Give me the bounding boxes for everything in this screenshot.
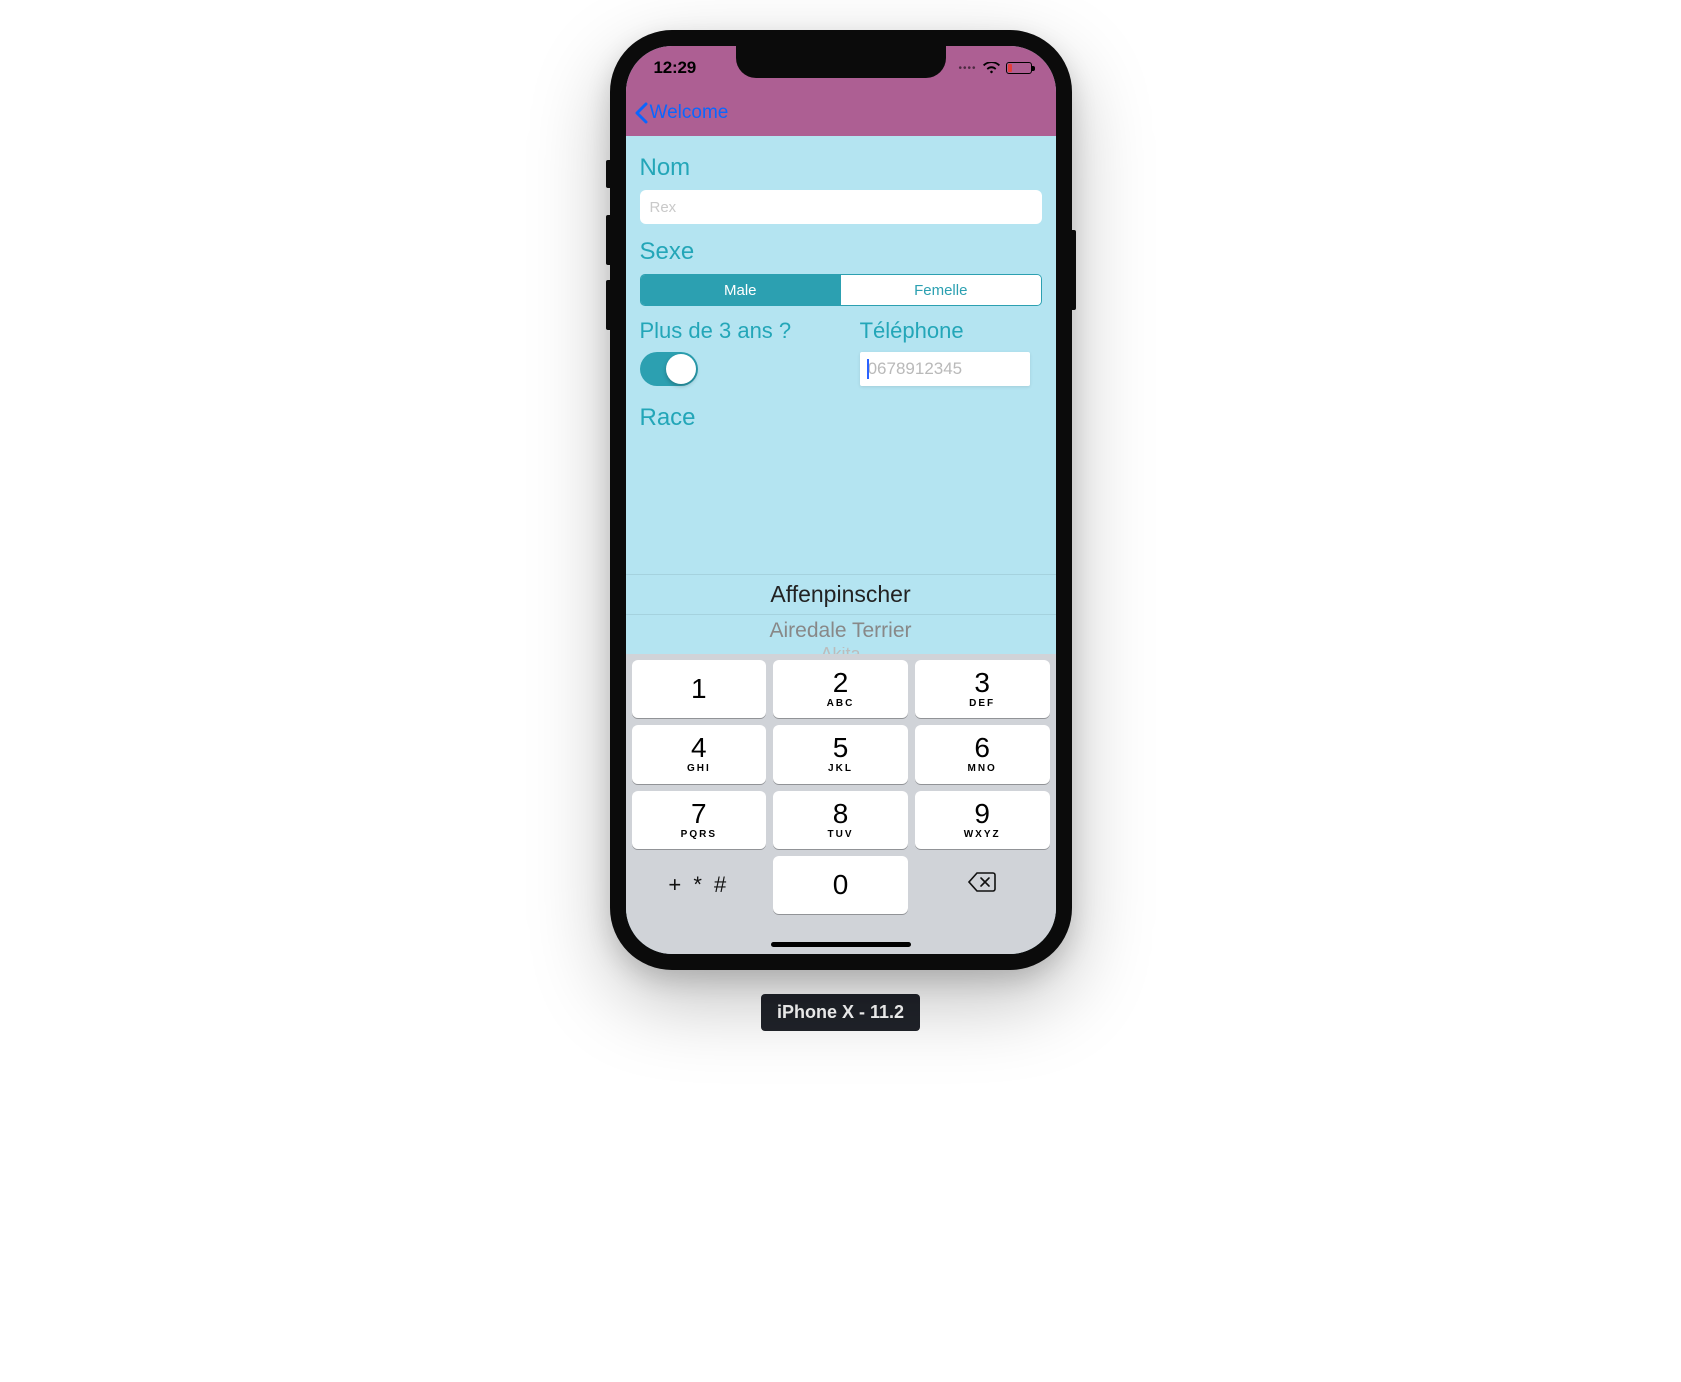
battery-icon xyxy=(1006,62,1032,74)
key-4[interactable]: 4GHI xyxy=(632,725,767,783)
key-backspace[interactable] xyxy=(915,856,1050,914)
picker-row-next[interactable]: Airedale Terrier xyxy=(626,615,1056,647)
device-label: iPhone X - 11.2 xyxy=(761,994,920,1031)
wifi-icon xyxy=(983,62,1000,74)
phone-input[interactable] xyxy=(860,352,1030,386)
toggle-knob xyxy=(666,354,696,384)
picker-selected[interactable]: Affenpinscher xyxy=(626,574,1056,615)
notch xyxy=(736,46,946,78)
status-icons: •••• xyxy=(958,62,1031,74)
name-input[interactable] xyxy=(640,190,1042,224)
sex-option-female[interactable]: Femelle xyxy=(840,275,1041,305)
key-9[interactable]: 9WXYZ xyxy=(915,791,1050,849)
volume-up-button xyxy=(606,215,610,265)
status-time: 12:29 xyxy=(654,58,696,78)
key-0[interactable]: 0 xyxy=(773,856,908,914)
key-1[interactable]: 1 xyxy=(632,660,767,718)
key-5[interactable]: 5JKL xyxy=(773,725,908,783)
key-symbols[interactable]: + * # xyxy=(632,856,767,914)
key-2[interactable]: 2ABC xyxy=(773,660,908,718)
key-8[interactable]: 8TUV xyxy=(773,791,908,849)
side-button xyxy=(1072,230,1076,310)
age-label: Plus de 3 ans ? xyxy=(640,318,840,344)
back-button[interactable]: Welcome xyxy=(634,102,729,124)
form-content: Nom Sexe Male Femelle Plus de 3 ans ? Ra… xyxy=(626,136,1056,432)
text-cursor xyxy=(867,359,869,379)
numeric-keyboard: 1 2ABC 3DEF 4GHI 5JKL 6MNO 7PQRS 8TUV 9W… xyxy=(626,654,1056,954)
phone-label: Téléphone xyxy=(860,318,964,344)
sex-label: Sexe xyxy=(640,238,1042,266)
chevron-left-icon xyxy=(634,102,648,124)
screen: 12:29 •••• Welcome Nom Sexe xyxy=(626,46,1056,954)
back-label: Welcome xyxy=(650,102,729,124)
cellular-icon: •••• xyxy=(958,63,976,74)
mute-switch xyxy=(606,160,610,188)
nav-bar: Welcome xyxy=(626,90,1056,136)
name-label: Nom xyxy=(640,154,1042,182)
race-picker[interactable]: Affenpinscher Airedale Terrier Akita xyxy=(626,574,1056,659)
sex-segmented-control[interactable]: Male Femelle xyxy=(640,274,1042,306)
sex-option-male[interactable]: Male xyxy=(641,275,841,305)
race-label: Race xyxy=(640,404,840,432)
age-toggle[interactable] xyxy=(640,352,698,386)
home-indicator[interactable] xyxy=(771,942,911,947)
device-frame: 12:29 •••• Welcome Nom Sexe xyxy=(610,30,1072,970)
backspace-icon xyxy=(968,872,996,897)
key-3[interactable]: 3DEF xyxy=(915,660,1050,718)
volume-down-button xyxy=(606,280,610,330)
key-7[interactable]: 7PQRS xyxy=(632,791,767,849)
key-6[interactable]: 6MNO xyxy=(915,725,1050,783)
